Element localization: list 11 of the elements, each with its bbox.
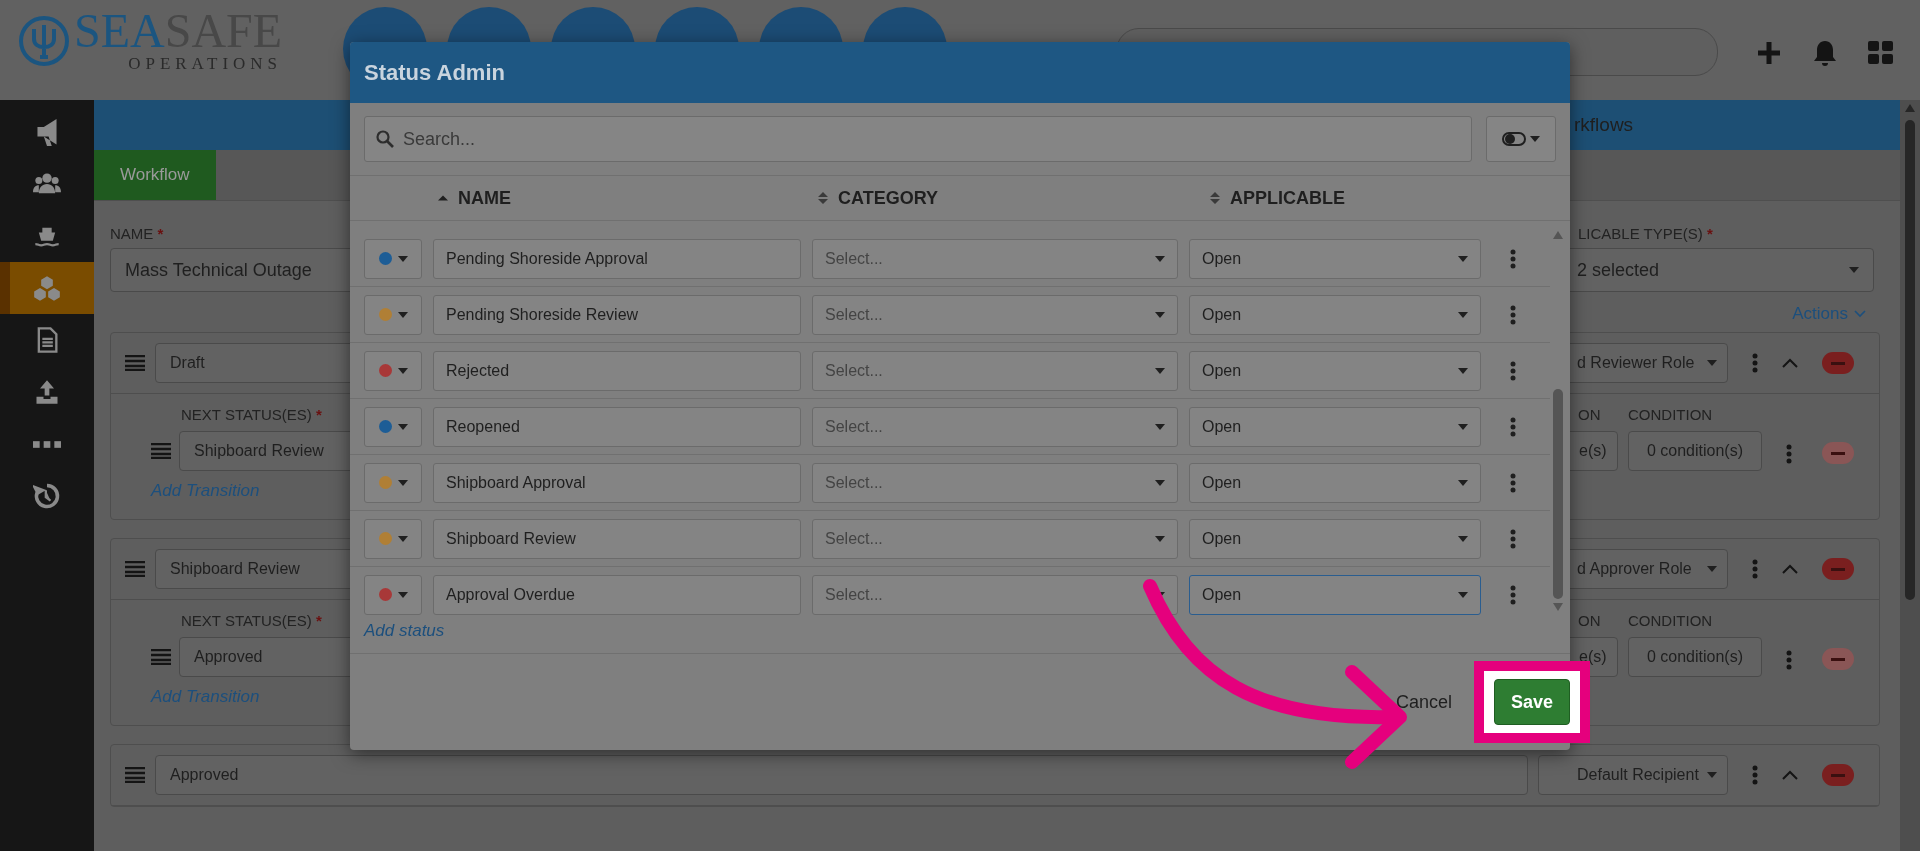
column-label: CONDITION: [1628, 406, 1714, 423]
page-title: rkflows: [1573, 114, 1635, 136]
column-label: ON: [1577, 406, 1602, 423]
field-label: NEXT STATUS(ES) *: [180, 612, 323, 629]
column-label: ON: [1577, 612, 1602, 629]
column-label: CONDITION: [1628, 612, 1714, 629]
dialog-title: Status Admin: [364, 59, 505, 86]
logo-tagline: OPERATIONS: [127, 54, 283, 74]
field-label: NEXT STATUS(ES) *: [180, 406, 323, 423]
field-label: NAME *: [110, 225, 165, 242]
field-label: LICABLE TYPE(S) *: [1578, 225, 1714, 242]
